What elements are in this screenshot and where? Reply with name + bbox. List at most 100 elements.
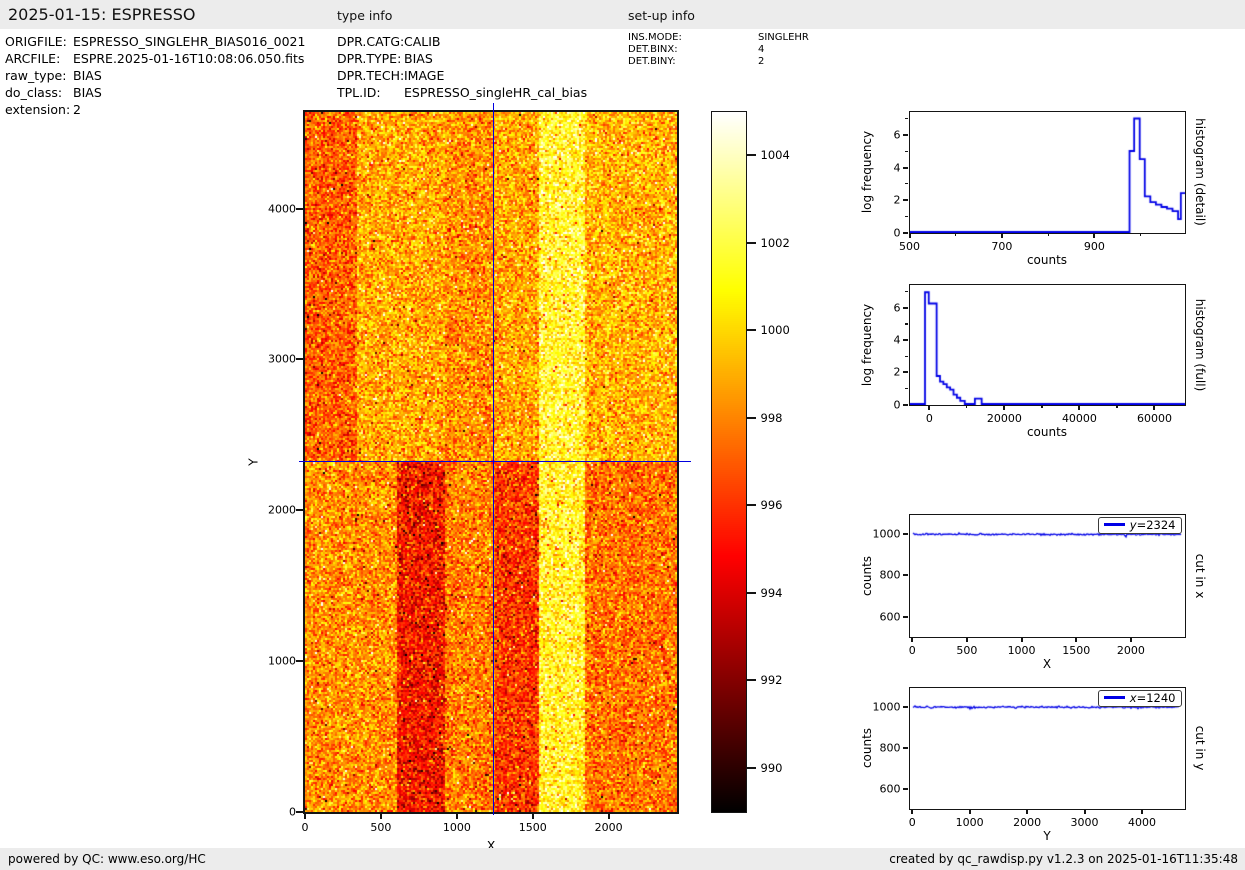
tick-mark: [1078, 405, 1080, 410]
tick-label: 2000: [268, 504, 296, 517]
info-row: DPR.TYPE:BIAS: [337, 50, 587, 67]
cut-in-x-plot: y=2324 counts X cut in x 050010001500200…: [909, 514, 1186, 638]
tick-mark: [1021, 637, 1023, 642]
tick-mark: [296, 660, 303, 662]
histogram-full-plot: log frequency counts histogram (full) 02…: [909, 284, 1186, 406]
tick-label: 0: [926, 412, 933, 425]
tick-mark: [1026, 809, 1028, 814]
tick-label: 700: [991, 240, 1012, 253]
tick-mark: [969, 809, 971, 814]
tick-mark: [296, 358, 303, 360]
tick-mark: [296, 208, 303, 210]
tick-label: 2: [894, 366, 901, 379]
info-label: DPR.TECH:: [337, 67, 404, 84]
tick-label: 1000: [443, 821, 471, 834]
tick-mark: [747, 242, 756, 244]
tick-label: 2000: [1117, 644, 1145, 657]
info-value: 2: [758, 56, 764, 67]
info-label: ARCFILE:: [5, 50, 73, 67]
tick-mark: [747, 679, 756, 681]
tick-label: 6: [894, 129, 901, 142]
tick-mark: [747, 592, 756, 594]
tick-label: 0: [909, 816, 916, 829]
hist-full-x-label: counts: [910, 425, 1185, 439]
tick-mark: [905, 183, 908, 184]
info-label: extension:: [5, 101, 73, 118]
info-row: raw_type:BIAS: [5, 67, 305, 84]
tick-mark: [966, 637, 968, 642]
hist-detail-y-label: log frequency: [860, 131, 874, 213]
info-row: extension:2: [5, 101, 305, 118]
tick-mark: [1093, 233, 1095, 238]
histogram-full-canvas: [910, 285, 1185, 405]
tick-mark: [1003, 405, 1005, 410]
tick-mark: [304, 812, 306, 819]
tick-mark: [909, 233, 911, 238]
tick-mark: [955, 233, 956, 236]
tick-mark: [903, 307, 908, 309]
info-row: ARCFILE:ESPRE.2025-01-16T10:08:06.050.fi…: [5, 50, 305, 67]
info-value: CALIB: [404, 34, 441, 49]
tick-label: 1000: [268, 655, 296, 668]
tick-mark: [966, 405, 967, 408]
crosshair-horizontal-line: [299, 461, 691, 463]
tick-label: 2000: [1013, 816, 1041, 829]
type-info-block: DPR.CATG:CALIB DPR.TYPE:BIAS DPR.TECH:IM…: [337, 33, 587, 101]
tick-label: 2000: [595, 821, 623, 834]
tick-mark: [903, 339, 908, 341]
tick-mark: [903, 747, 908, 749]
file-info-block: ORIGFILE:ESPRESSO_SINGLEHR_BIAS016_0021 …: [5, 33, 305, 118]
info-row: INS.MODE:SINGLEHR: [628, 32, 809, 44]
main-y-axis-label: Y: [246, 458, 261, 466]
hist-full-y-label: log frequency: [860, 303, 874, 385]
tick-label: 500: [370, 821, 391, 834]
tick-mark: [380, 812, 382, 819]
tick-mark: [903, 199, 908, 201]
tick-mark: [903, 404, 908, 406]
tick-mark: [928, 405, 930, 410]
info-label: TPL.ID:: [337, 84, 404, 101]
qc-rawdisp-report: 2025-01-15: ESPRESSO type info set-up in…: [0, 0, 1245, 870]
histogram-detail-plot: log frequency counts histogram (detail) …: [909, 111, 1186, 234]
tick-label: 994: [761, 586, 783, 600]
info-value: BIAS: [73, 68, 102, 83]
tick-label: 1000: [1008, 644, 1036, 657]
tick-label: 1002: [761, 236, 790, 250]
legend-line-sample: [1104, 523, 1125, 526]
tick-mark: [1041, 405, 1042, 408]
tick-mark: [903, 134, 908, 136]
tick-mark: [905, 388, 908, 389]
info-row: DET.BINX:4: [628, 44, 809, 56]
tick-mark: [747, 329, 756, 331]
tick-label: 20000: [987, 412, 1022, 425]
tick-mark: [911, 637, 913, 642]
tick-mark: [1001, 233, 1003, 238]
tick-label: 900: [1084, 240, 1105, 253]
tick-mark: [747, 417, 756, 419]
tick-label: 2: [894, 194, 901, 207]
histogram-detail-canvas: [910, 112, 1185, 233]
tick-mark: [1153, 405, 1155, 410]
cut-y-right-label: cut in y: [1193, 726, 1207, 771]
tick-mark: [903, 706, 908, 708]
cut-y-legend: x=1240: [1098, 690, 1182, 707]
cut-x-legend: y=2324: [1098, 517, 1182, 534]
footer-right-text: created by qc_rawdisp.py v1.2.3 on 2025-…: [889, 848, 1238, 870]
colorbar-canvas: [712, 112, 746, 812]
info-value: 4: [758, 44, 764, 55]
tick-label: 1000: [873, 527, 901, 540]
tick-label: 1500: [1062, 644, 1090, 657]
tick-mark: [911, 809, 913, 814]
setup-info-heading: set-up info: [628, 0, 695, 31]
tick-mark: [903, 167, 908, 169]
header-bar: 2025-01-15: ESPRESSO type info set-up in…: [0, 0, 1245, 29]
hist-full-right-label: histogram (full): [1193, 298, 1207, 391]
tick-label: 996: [761, 498, 783, 512]
tick-label: 6: [894, 301, 901, 314]
info-row: do_class:BIAS: [5, 84, 305, 101]
tick-label: 990: [761, 761, 783, 775]
tick-label: 0: [894, 226, 901, 239]
cut-y-y-label: counts: [860, 728, 874, 768]
cut-in-y-plot: x=1240 counts Y cut in y 010002000300040…: [909, 687, 1186, 810]
page-title: 2025-01-15: ESPRESSO: [8, 0, 196, 30]
